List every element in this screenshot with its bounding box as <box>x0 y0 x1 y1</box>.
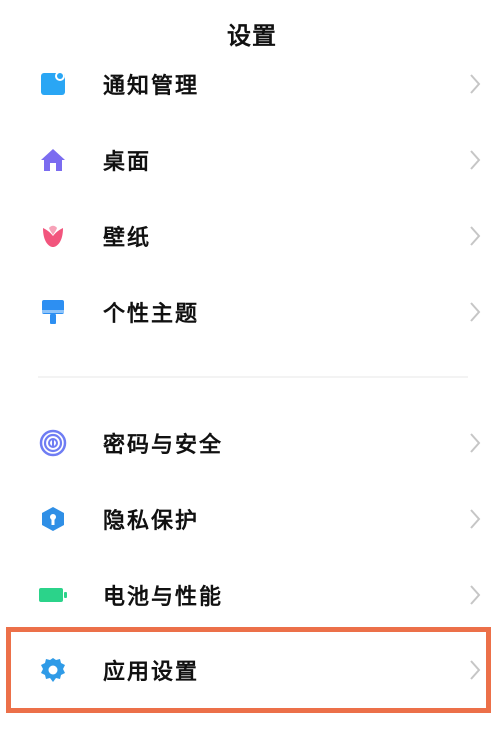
settings-item-battery-performance[interactable]: 电池与性能 <box>0 562 504 628</box>
section-divider <box>38 376 468 378</box>
settings-item-themes[interactable]: 个性主题 <box>0 279 504 345</box>
fingerprint-icon <box>38 428 68 458</box>
settings-item-privacy[interactable]: 隐私保护 <box>0 486 504 552</box>
battery-icon <box>38 580 68 610</box>
settings-item-desktop[interactable]: 桌面 <box>0 127 504 193</box>
settings-item-label: 通知管理 <box>103 74 200 99</box>
settings-item-wallpaper[interactable]: 壁纸 <box>0 203 504 269</box>
settings-item-label: 壁纸 <box>103 226 152 251</box>
home-icon <box>38 145 68 175</box>
settings-item-label: 个性主题 <box>103 302 200 327</box>
tulip-wallpaper-icon <box>38 221 68 251</box>
chevron-right-icon <box>470 509 481 529</box>
chevron-right-icon <box>470 226 481 246</box>
notification-icon <box>38 69 68 99</box>
settings-item-label: 电池与性能 <box>103 585 224 610</box>
settings-item-label: 隐私保护 <box>103 509 200 534</box>
page-title: 设置 <box>227 22 277 50</box>
chevron-right-icon <box>470 150 481 170</box>
chevron-right-icon <box>470 302 481 322</box>
chevron-right-icon <box>470 585 481 605</box>
settings-item-notifications[interactable]: 通知管理 <box>0 51 504 117</box>
chevron-right-icon <box>470 433 481 453</box>
privacy-shield-icon <box>38 504 68 534</box>
settings-item-label: 桌面 <box>103 150 152 175</box>
settings-item-password-security[interactable]: 密码与安全 <box>0 410 504 476</box>
chevron-right-icon <box>470 74 481 94</box>
settings-item-label: 密码与安全 <box>103 433 224 458</box>
paintbrush-icon <box>38 297 68 327</box>
highlight-box <box>6 627 491 713</box>
